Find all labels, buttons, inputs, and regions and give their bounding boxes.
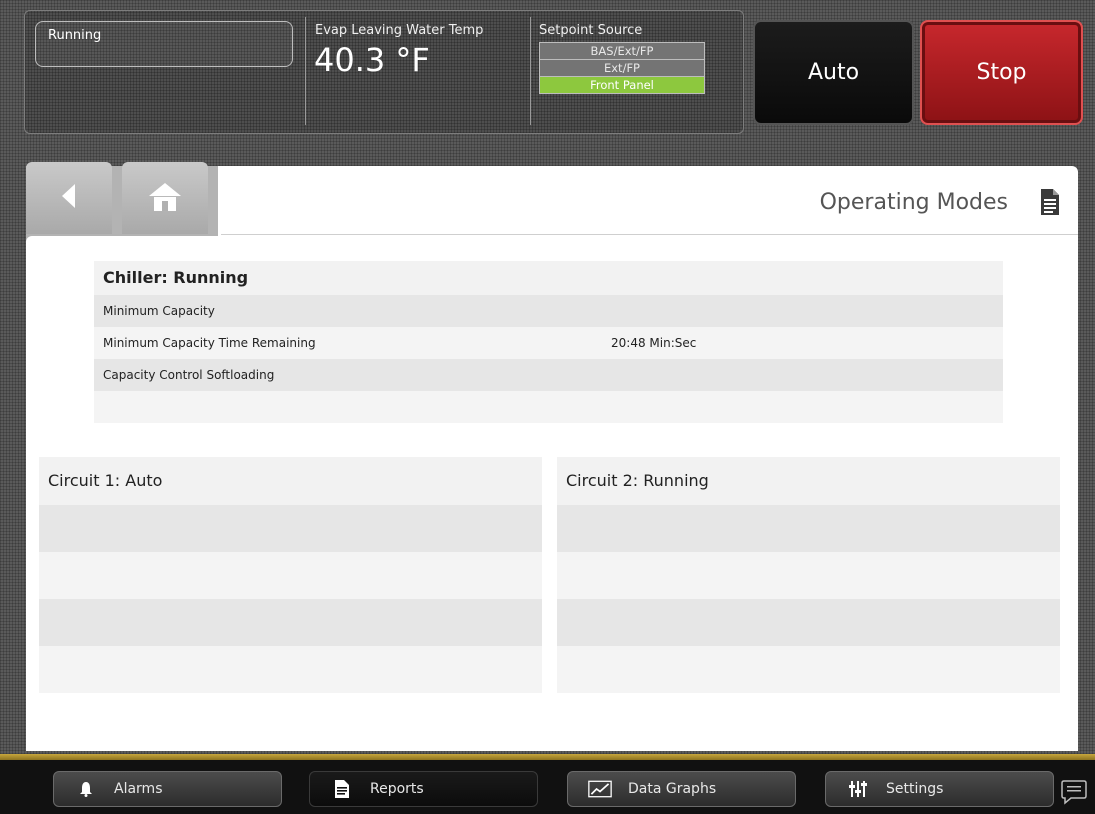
table-row	[557, 646, 1060, 693]
setpoint-source-label: Setpoint Source	[539, 23, 643, 38]
setpoint-option-front-panel: Front Panel	[539, 77, 705, 94]
setpoint-option-bas-ext-fp: BAS/Ext/FP	[539, 42, 705, 60]
report-icon	[330, 779, 354, 799]
table-row	[94, 391, 1003, 423]
tab-settings[interactable]: Settings	[825, 771, 1054, 807]
back-button[interactable]	[26, 162, 112, 234]
row-value: 20:48 Min:Sec	[611, 336, 697, 350]
circuit-1-heading: Circuit 1: Auto	[39, 457, 542, 505]
table-row: Minimum Capacity	[94, 295, 1003, 327]
row-label: Minimum Capacity Time Remaining	[103, 336, 316, 350]
main-panel: Operating Modes Chiller: Running Minimum…	[26, 166, 1078, 751]
back-arrow-icon	[61, 183, 77, 213]
status-display: Running	[35, 21, 293, 67]
status-text: Running	[48, 28, 102, 43]
setpoint-option-ext-fp: Ext/FP	[539, 60, 705, 77]
tab-reports[interactable]: Reports	[309, 771, 538, 807]
evap-temp-value: 40.3 °F	[314, 41, 430, 79]
tab-alarms[interactable]: Alarms	[53, 771, 282, 807]
circuit-1-table: Circuit 1: Auto	[39, 457, 542, 693]
tab-reports-label: Reports	[370, 781, 424, 797]
stop-button-label: Stop	[976, 60, 1027, 85]
panel-corner	[26, 236, 230, 256]
table-row	[557, 505, 1060, 552]
title-rule	[221, 234, 1078, 235]
table-row	[39, 505, 542, 552]
table-row	[557, 552, 1060, 599]
circuit-2-table: Circuit 2: Running	[557, 457, 1060, 693]
page-title: Operating Modes	[819, 190, 1008, 215]
document-icon	[1040, 188, 1060, 220]
row-label: Capacity Control Softloading	[103, 368, 275, 382]
home-icon	[148, 181, 182, 215]
table-row	[39, 552, 542, 599]
evap-temp-label: Evap Leaving Water Temp	[315, 23, 484, 38]
table-row	[39, 646, 542, 693]
table-row: Capacity Control Softloading	[94, 359, 1003, 391]
divider	[530, 17, 531, 125]
home-button[interactable]	[122, 162, 208, 234]
tab-data-graphs[interactable]: Data Graphs	[567, 771, 796, 807]
graph-icon	[588, 779, 612, 799]
setpoint-source-list: BAS/Ext/FP Ext/FP Front Panel	[539, 42, 705, 94]
divider	[305, 17, 306, 125]
chiller-heading: Chiller: Running	[94, 261, 1003, 295]
table-row: Minimum Capacity Time Remaining 20:48 Mi…	[94, 327, 1003, 359]
table-row	[39, 599, 542, 646]
circuit-2-heading: Circuit 2: Running	[557, 457, 1060, 505]
tab-alarms-label: Alarms	[114, 781, 163, 797]
chiller-status-table: Chiller: Running Minimum Capacity Minimu…	[94, 261, 1003, 423]
bell-icon	[74, 781, 98, 797]
header-panel: Running Evap Leaving Water Temp 40.3 °F …	[24, 10, 744, 134]
tab-data-graphs-label: Data Graphs	[628, 781, 717, 797]
stop-button[interactable]: Stop	[920, 20, 1083, 125]
sliders-icon	[846, 780, 870, 798]
row-label: Minimum Capacity	[103, 304, 215, 318]
tab-settings-label: Settings	[886, 781, 944, 797]
table-row	[557, 599, 1060, 646]
auto-button-label: Auto	[807, 60, 860, 85]
message-icon[interactable]	[1061, 779, 1087, 809]
auto-button[interactable]: Auto	[753, 20, 914, 125]
